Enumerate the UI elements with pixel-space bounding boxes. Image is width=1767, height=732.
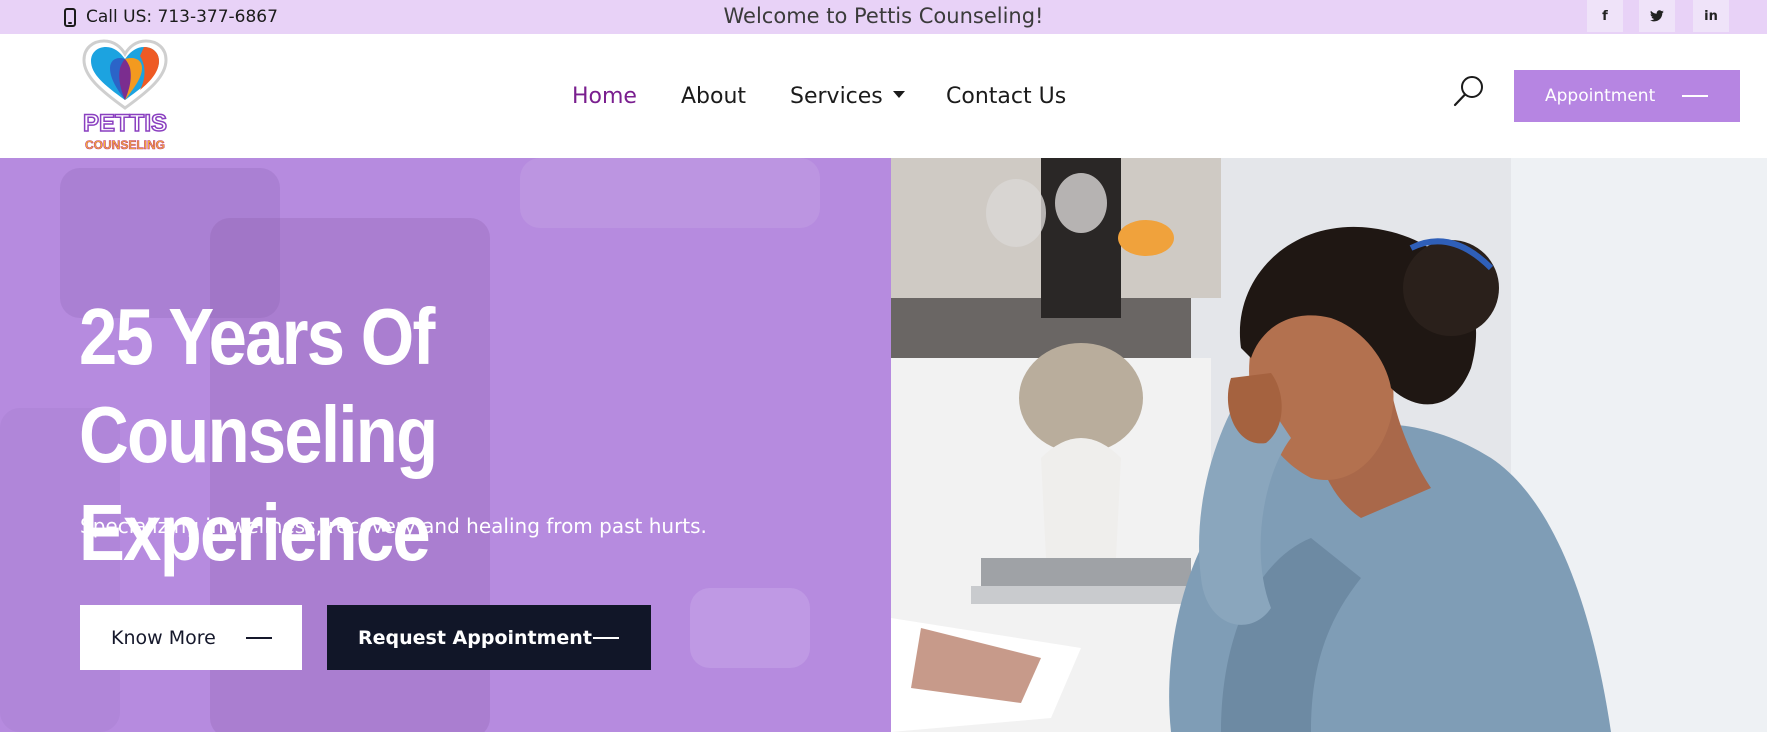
dash-icon (1682, 95, 1708, 97)
request-appointment-button[interactable]: Request Appointment (327, 605, 651, 670)
appointment-button[interactable]: Appointment (1514, 70, 1740, 122)
request-appointment-label: Request Appointment (358, 626, 592, 649)
nav-contact-label[interactable]: Contact Us (946, 84, 1066, 109)
know-more-label: Know More (111, 626, 216, 649)
phone-icon (64, 7, 76, 27)
twitter-icon (1650, 10, 1664, 22)
appointment-button-label: Appointment (1545, 86, 1656, 106)
linkedin-icon: in (1704, 8, 1718, 24)
know-more-button[interactable]: Know More (80, 605, 302, 670)
hero-subtitle: Specializing in wellness, recovery and h… (80, 514, 707, 538)
site-header: PETTIS COUNSELING Home About Services Co… (0, 34, 1767, 158)
search-button[interactable] (1452, 74, 1486, 108)
dash-icon (593, 637, 619, 639)
logo-heart (82, 39, 168, 110)
hero-photo-illustration (891, 158, 1767, 732)
background-photo-shape (690, 588, 810, 668)
linkedin-link[interactable]: in (1693, 0, 1729, 32)
call-us-label: Call US: 713-377-6867 (86, 7, 278, 27)
logo-text-pettis: PETTIS (82, 109, 168, 138)
call-us[interactable]: Call US: 713-377-6867 (64, 0, 278, 34)
hero-title-line1: 25 Years Of Counseling (79, 292, 438, 479)
facebook-icon: f (1602, 8, 1608, 24)
nav-home[interactable]: Home (572, 34, 637, 158)
nav-services[interactable]: Services (790, 34, 905, 158)
top-bar: Call US: 713-377-6867 Welcome to Pettis … (0, 0, 1767, 34)
facebook-link[interactable]: f (1587, 0, 1623, 32)
caret-down-icon (892, 90, 905, 98)
dash-icon (246, 637, 272, 639)
nav-about-label[interactable]: About (681, 84, 746, 109)
logo-text-counseling: COUNSELING (84, 138, 166, 153)
logo[interactable]: PETTIS COUNSELING (74, 38, 176, 154)
nav-contact[interactable]: Contact Us (946, 34, 1066, 158)
twitter-link[interactable] (1639, 0, 1675, 32)
nav-home-label[interactable]: Home (572, 84, 637, 109)
welcome-message: Welcome to Pettis Counseling! (723, 4, 1044, 28)
search-icon (1453, 76, 1483, 107)
hero-photo (891, 158, 1767, 732)
nav-services-label[interactable]: Services (790, 84, 883, 109)
background-photo-shape (520, 158, 820, 228)
nav-about[interactable]: About (681, 34, 746, 158)
